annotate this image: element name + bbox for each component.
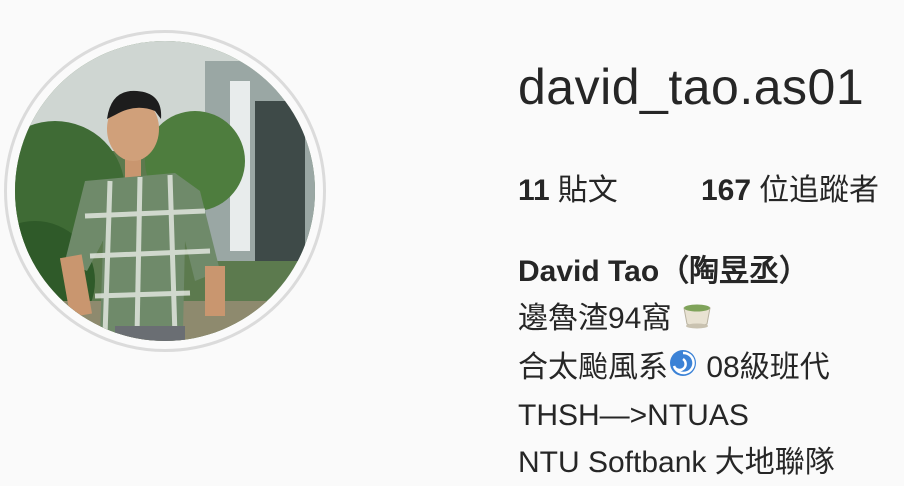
bio-line-2: 合太颱風系 08級班代 (518, 344, 835, 393)
followers-label: 位追蹤者 (759, 174, 880, 207)
bio-line-4: NTU Softbank 大地聯隊 (518, 446, 835, 480)
bio-line-1-text: 邊魯渣94窩 (518, 302, 672, 335)
bio-line-3: THSH—>NTUAS (518, 399, 749, 433)
bio-line-2-text-a: 合太颱風系 (518, 350, 668, 384)
profile-bio: David Tao（陶昱丞） 邊魯渣94窩 合太颱風系 08級班代 THSH—>… (518, 248, 835, 486)
username-heading: david_tao.as01 (518, 59, 865, 115)
profile-stats: 11 貼文 167 位追蹤者 (518, 165, 879, 209)
followers-count-link[interactable]: 167 位追蹤者 (701, 165, 879, 209)
posts-label: 貼文 (557, 174, 618, 207)
avatar (15, 41, 315, 341)
full-name: David Tao（陶昱丞） (518, 255, 810, 288)
posts-count: 11 (518, 174, 550, 207)
bio-line-2-text-b: 08級班代 (698, 350, 830, 384)
bio-line-1: 邊魯渣94窩 (518, 295, 835, 344)
teacup-icon (680, 297, 714, 344)
followers-count: 167 (701, 174, 752, 207)
posts-count-link[interactable]: 11 貼文 (518, 165, 701, 209)
avatar-photo (15, 41, 315, 341)
profile-avatar-button[interactable] (4, 30, 326, 352)
cyclone-icon (668, 345, 698, 392)
